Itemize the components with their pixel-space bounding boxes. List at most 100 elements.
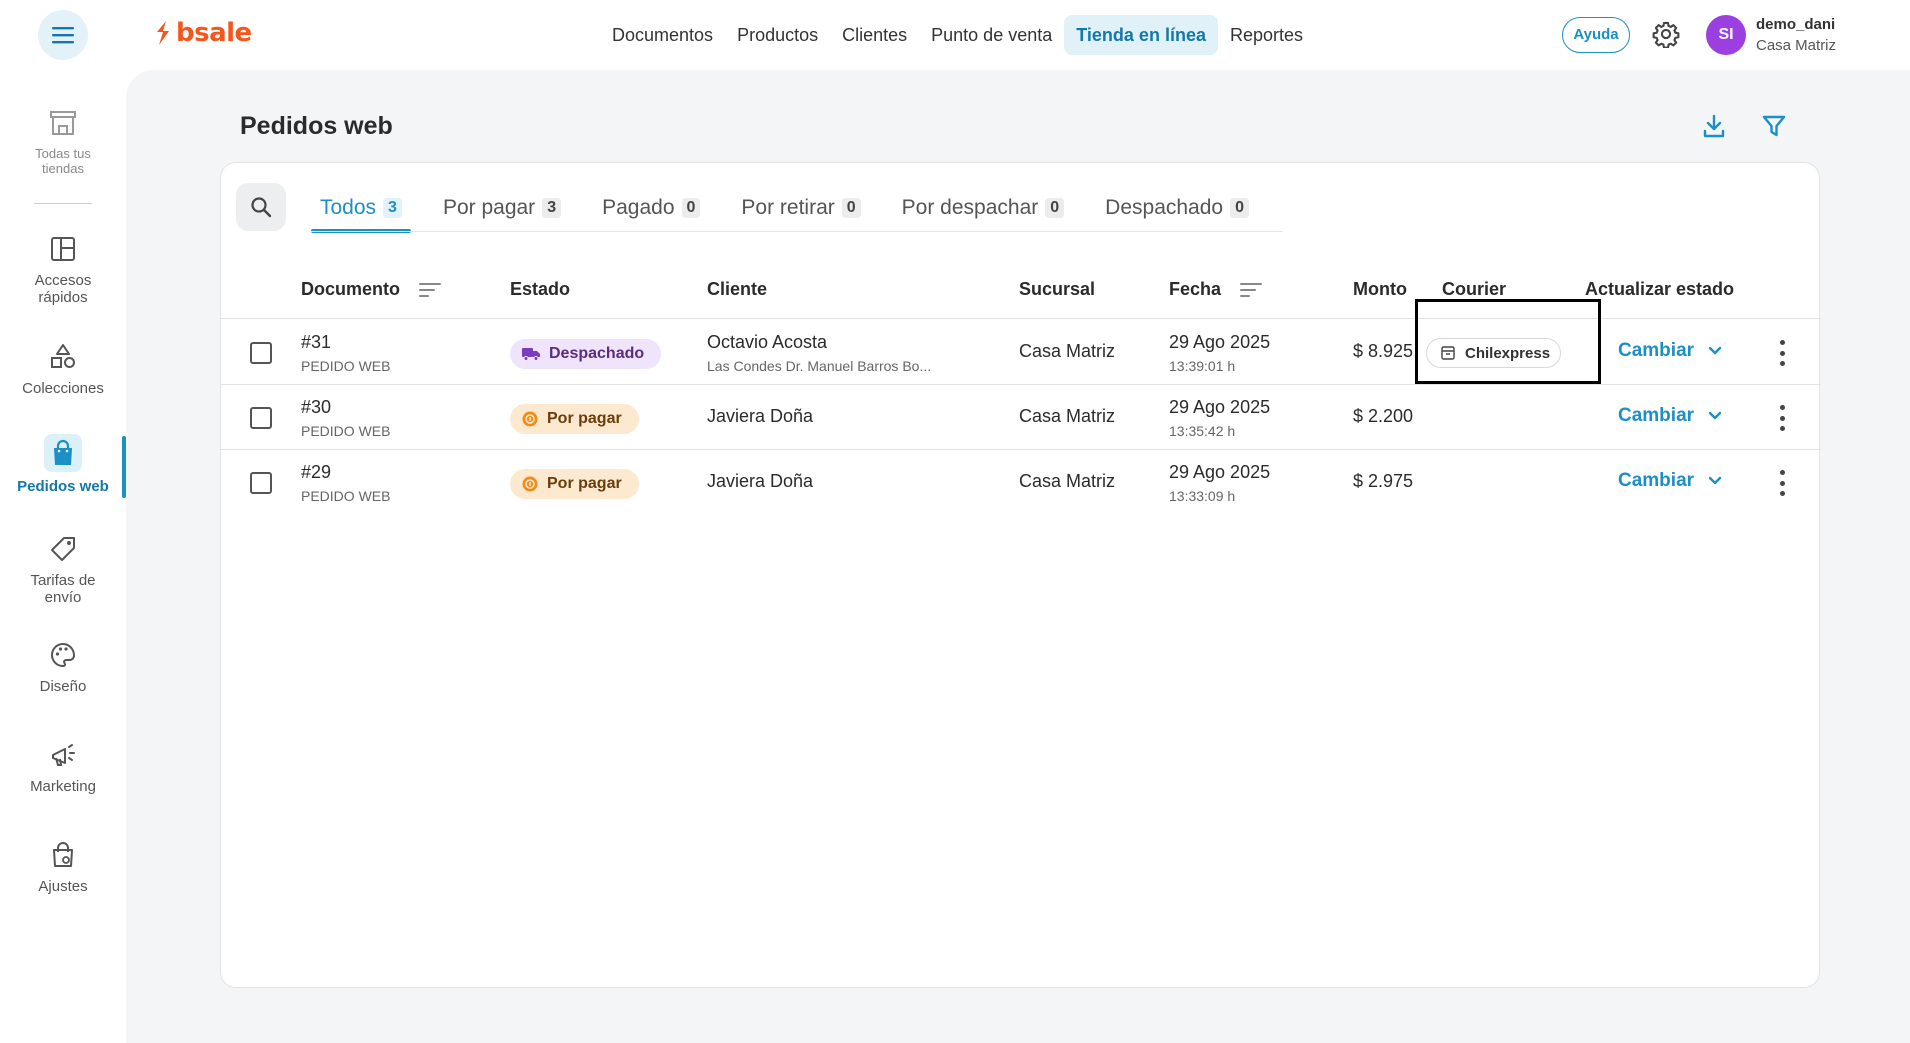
tab-pagado[interactable]: Pagado 0 (593, 185, 709, 231)
row-more-options-icon[interactable] (1777, 470, 1787, 496)
chevron-down-icon (1708, 346, 1722, 355)
status-label: Por pagar (547, 410, 622, 427)
row-checkbox[interactable] (250, 472, 272, 494)
sidebar-item-label: Accesos rápidos (34, 272, 92, 306)
tab-label: Pagado (602, 196, 675, 219)
tab-count-badge: 0 (1045, 198, 1065, 218)
sidebar-item-todas-tus-tiendas[interactable]: Todas tus tiendas (0, 106, 126, 176)
table-row[interactable]: #29 PEDIDO WEB Por pagar Javiera Doña Ca… (221, 450, 1821, 515)
client-name: Octavio Acosta (707, 332, 828, 352)
tab-label: Por retirar (741, 196, 835, 219)
bsale-logo[interactable]: bsale (154, 18, 252, 48)
sidebar-item-marketing[interactable]: Marketing (0, 738, 126, 795)
sidebar-item-label: Diseño (39, 678, 87, 695)
filter-icon[interactable] (1760, 112, 1788, 140)
column-header-label: Courier (1442, 279, 1507, 299)
download-icon[interactable] (1700, 112, 1728, 140)
order-date: 29 Ago 2025 (1169, 332, 1271, 352)
order-date: 29 Ago 2025 (1169, 462, 1271, 482)
branch-name: Casa Matriz (1019, 341, 1116, 361)
change-status-dropdown[interactable]: Cambiar (1618, 405, 1722, 427)
truck-icon (522, 348, 540, 361)
document-number[interactable]: #29 (301, 462, 331, 483)
page-title: Pedidos web (240, 112, 393, 140)
hamburger-menu-button[interactable] (38, 10, 88, 60)
column-header-label: Fecha (1169, 279, 1222, 299)
search-icon (251, 197, 272, 218)
sidebar-item-label: Tarifas de envío (30, 572, 96, 606)
shapes-icon (46, 340, 80, 374)
sidebar-item-label: Ajustes (38, 878, 88, 895)
row-checkbox[interactable] (250, 342, 272, 364)
tab-por-retirar[interactable]: Por retirar 0 (732, 185, 869, 231)
order-time: 13:35:42 h (1169, 423, 1236, 439)
status-label: Despachado (549, 345, 645, 362)
status-badge: Por pagar (510, 469, 639, 499)
nav-documentos[interactable]: Documentos (600, 15, 725, 55)
row-checkbox[interactable] (250, 407, 272, 429)
row-more-options-icon[interactable] (1777, 340, 1787, 366)
sidebar-item-ajustes[interactable]: Ajustes (0, 838, 126, 895)
status-badge: Por pagar (510, 404, 639, 434)
sidebar-item-pedidos-web[interactable]: Pedidos web (0, 434, 126, 495)
sidebar-item-label: Marketing (30, 778, 96, 795)
nav-tienda-en-linea[interactable]: Tienda en línea (1064, 15, 1218, 55)
column-header-monto: Monto (1353, 279, 1407, 300)
status-label: Por pagar (547, 475, 622, 492)
order-date: 29 Ago 2025 (1169, 397, 1271, 417)
coin-icon (522, 411, 538, 427)
document-number[interactable]: #31 (301, 332, 331, 353)
change-status-dropdown[interactable]: Cambiar (1618, 340, 1722, 362)
sidebar-item-label: Colecciones (22, 380, 104, 397)
sidebar-item-accesos-rapidos[interactable]: Accesos rápidos (0, 232, 126, 306)
store-icon (46, 106, 80, 140)
change-status-label: Cambiar (1618, 340, 1695, 361)
tabs-divider (311, 231, 1283, 232)
order-time: 13:39:01 h (1169, 358, 1236, 374)
nav-reportes[interactable]: Reportes (1218, 15, 1315, 55)
column-header-label: Actualizar estado (1585, 279, 1735, 299)
branch-name: Casa Matriz (1019, 406, 1116, 426)
tab-count-badge: 3 (383, 198, 402, 218)
branch-name: Casa Matriz (1019, 471, 1116, 491)
nav-punto-de-venta[interactable]: Punto de venta (919, 15, 1064, 55)
order-amount: $ 8.925 (1352, 341, 1413, 361)
sidebar-item-diseno[interactable]: Diseño (0, 638, 126, 695)
tab-count-badge: 0 (841, 198, 861, 218)
status-badge: Despachado (510, 339, 662, 369)
order-time: 13:33:09 h (1169, 488, 1236, 504)
sort-icon[interactable] (418, 280, 442, 300)
nav-productos[interactable]: Productos (725, 15, 830, 55)
gear-icon[interactable] (1652, 20, 1680, 48)
row-more-options-icon[interactable] (1777, 405, 1787, 431)
column-header-label: Estado (510, 279, 571, 299)
document-number[interactable]: #30 (301, 397, 331, 418)
tab-despachado[interactable]: Despachado 0 (1096, 185, 1258, 231)
client-name: Javiera Doña (707, 471, 814, 491)
column-header-documento[interactable]: Documento (301, 279, 442, 300)
sort-icon[interactable] (1239, 280, 1263, 300)
nav-clientes[interactable]: Clientes (830, 15, 919, 55)
chevron-down-icon (1708, 476, 1722, 485)
column-header-cliente: Cliente (707, 279, 767, 300)
sidebar-item-tarifas-de-envio[interactable]: Tarifas de envío (0, 532, 126, 606)
table-row[interactable]: #30 PEDIDO WEB Por pagar Javiera Doña Ca… (221, 385, 1821, 450)
settings-bag-icon (46, 838, 80, 872)
status-tabs: Todos 3 Por pagar 3 Pagado 0 Por retirar… (311, 185, 1281, 233)
tab-todos[interactable]: Todos 3 (311, 185, 411, 233)
column-header-label: Monto (1353, 279, 1407, 299)
search-button[interactable] (236, 183, 286, 231)
tab-por-despachar[interactable]: Por despachar 0 (893, 185, 1074, 231)
change-status-dropdown[interactable]: Cambiar (1618, 470, 1722, 492)
tab-por-pagar[interactable]: Por pagar 3 (434, 185, 570, 231)
column-header-estado: Estado (510, 279, 570, 300)
help-button[interactable]: Ayuda (1562, 17, 1630, 53)
sidebar-item-colecciones[interactable]: Colecciones (0, 340, 126, 397)
avatar[interactable]: SI (1706, 15, 1746, 55)
user-name[interactable]: demo_dani (1756, 16, 1835, 33)
column-header-actualizar-estado: Actualizar estado (1585, 279, 1734, 300)
sidebar-divider (34, 203, 92, 204)
column-header-fecha[interactable]: Fecha (1169, 279, 1263, 300)
column-header-label: Cliente (707, 279, 768, 299)
user-branch: Casa Matriz (1756, 37, 1837, 54)
